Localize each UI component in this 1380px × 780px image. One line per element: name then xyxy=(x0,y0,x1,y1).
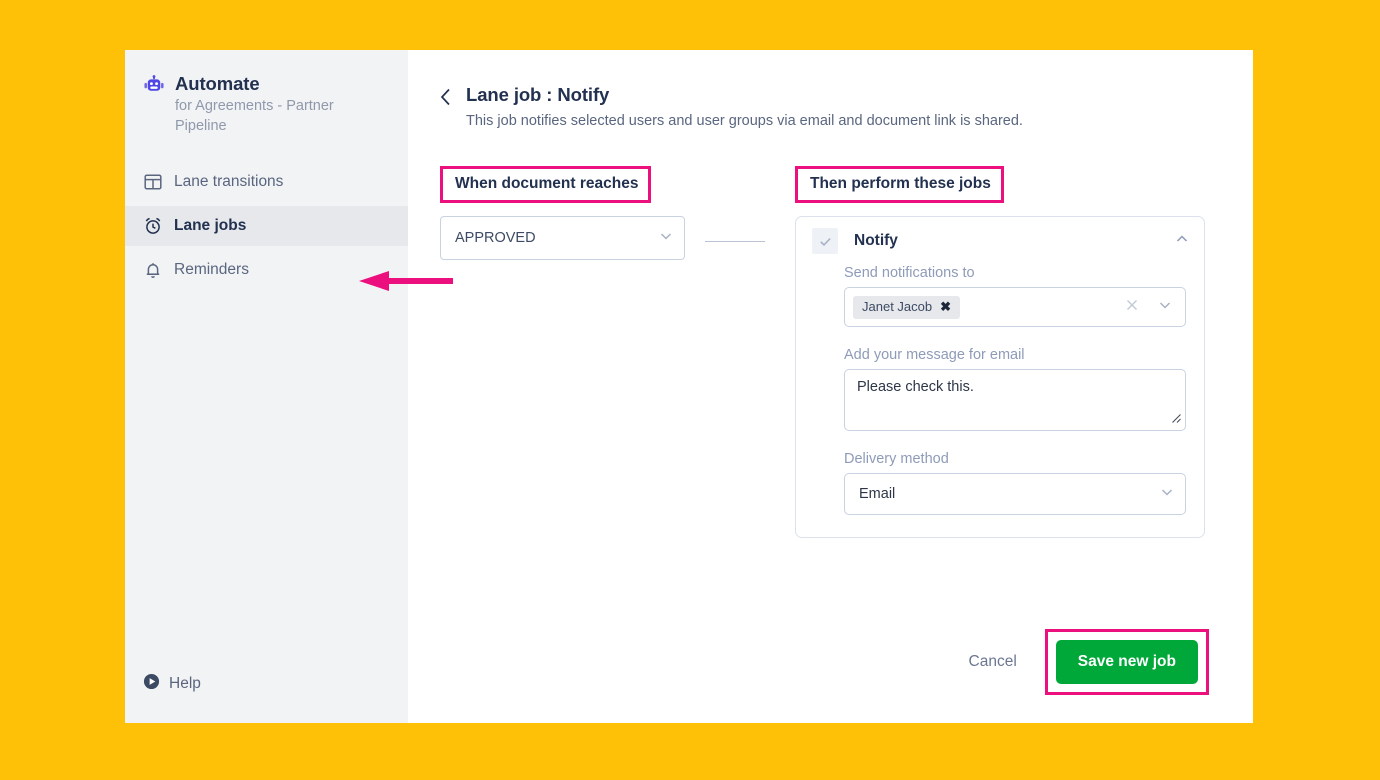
chevron-down-icon[interactable] xyxy=(1157,297,1173,318)
robot-icon xyxy=(143,75,165,136)
page-title: Lane job : Notify xyxy=(466,84,610,105)
message-value: Please check this. xyxy=(857,379,974,395)
sidebar-item-lane-transitions[interactable]: Lane transitions xyxy=(125,162,408,202)
notify-job-card: Notify Send notifications to Janet Jacob… xyxy=(795,216,1205,538)
clear-x-icon[interactable] xyxy=(1125,298,1139,317)
bell-icon xyxy=(143,260,163,280)
recipient-tag[interactable]: Janet Jacob ✖ xyxy=(853,295,961,319)
sidebar-item-lane-jobs[interactable]: Lane jobs xyxy=(125,205,408,246)
flow-connector-line xyxy=(705,241,765,242)
recipients-actions xyxy=(1125,297,1175,318)
chevron-left-icon[interactable] xyxy=(440,88,452,129)
recipients-label: Send notifications to xyxy=(844,265,975,281)
content-area: Lane job : Notify This job notifies sele… xyxy=(408,50,1253,723)
save-button-highlight: Save new job xyxy=(1044,629,1209,695)
help-link[interactable]: Help xyxy=(143,673,201,695)
page-header: Lane job : Notify This job notifies sele… xyxy=(440,84,1207,129)
sidebar-nav: Lane transitions Lane jobs Reminders xyxy=(125,162,408,290)
sidebar-item-label: Lane transitions xyxy=(174,172,284,190)
message-label: Add your message for email xyxy=(844,347,1025,363)
sidebar-item-label: Lane jobs xyxy=(174,216,247,234)
resize-grip-icon[interactable] xyxy=(1169,411,1182,428)
brand-block: Automate for Agreements - Partner Pipeli… xyxy=(125,64,408,136)
notify-job-header: Notify xyxy=(796,217,1204,265)
footer-actions: Cancel Save new job xyxy=(951,629,1209,695)
status-select-value: APPROVED xyxy=(455,230,536,246)
layout-icon xyxy=(143,172,163,192)
recipient-tag-label: Janet Jacob xyxy=(862,299,933,314)
play-circle-icon xyxy=(143,673,160,695)
page-description: This job notifies selected users and use… xyxy=(466,113,1023,129)
delivery-method-value: Email xyxy=(859,486,896,502)
notify-job-checkbox[interactable] xyxy=(812,228,838,254)
cancel-button[interactable]: Cancel xyxy=(951,643,1035,681)
sidebar: Automate for Agreements - Partner Pipeli… xyxy=(125,50,453,723)
message-textarea[interactable]: Please check this. xyxy=(844,369,1186,431)
delivery-label: Delivery method xyxy=(844,451,949,467)
jobs-column: Then perform these jobs Notify Send noti… xyxy=(795,166,1207,538)
chevron-up-icon[interactable] xyxy=(1174,231,1190,252)
trigger-section-label: When document reaches xyxy=(440,166,652,203)
trigger-column: When document reaches APPROVED xyxy=(440,166,795,538)
sidebar-item-label: Reminders xyxy=(174,260,249,278)
delivery-method-select[interactable]: Email xyxy=(844,473,1186,515)
notify-job-body: Send notifications to Janet Jacob ✖ Add … xyxy=(796,265,1204,515)
brand-title: Automate xyxy=(175,73,260,94)
close-icon[interactable]: ✖ xyxy=(940,299,951,315)
jobs-section-label: Then perform these jobs xyxy=(795,166,1004,203)
save-new-job-button[interactable]: Save new job xyxy=(1055,640,1198,684)
config-columns: When document reaches APPROVED Then perf… xyxy=(440,166,1207,538)
brand-subtitle: for Agreements - Partner Pipeline xyxy=(175,98,334,134)
alarm-clock-icon xyxy=(143,216,163,236)
recipients-input[interactable]: Janet Jacob ✖ xyxy=(844,287,1186,327)
page-header-text: Lane job : Notify This job notifies sele… xyxy=(466,84,1023,129)
help-label: Help xyxy=(169,675,201,692)
chevron-down-icon xyxy=(658,228,674,248)
app-panel: Automate for Agreements - Partner Pipeli… xyxy=(125,50,1253,723)
screenshot-root: Automate for Agreements - Partner Pipeli… xyxy=(0,0,1380,780)
chevron-down-icon xyxy=(1159,484,1175,504)
notify-job-title: Notify xyxy=(854,232,898,249)
brand-text: Automate for Agreements - Partner Pipeli… xyxy=(175,72,380,136)
status-select[interactable]: APPROVED xyxy=(440,216,685,260)
sidebar-item-reminders[interactable]: Reminders xyxy=(125,250,408,290)
